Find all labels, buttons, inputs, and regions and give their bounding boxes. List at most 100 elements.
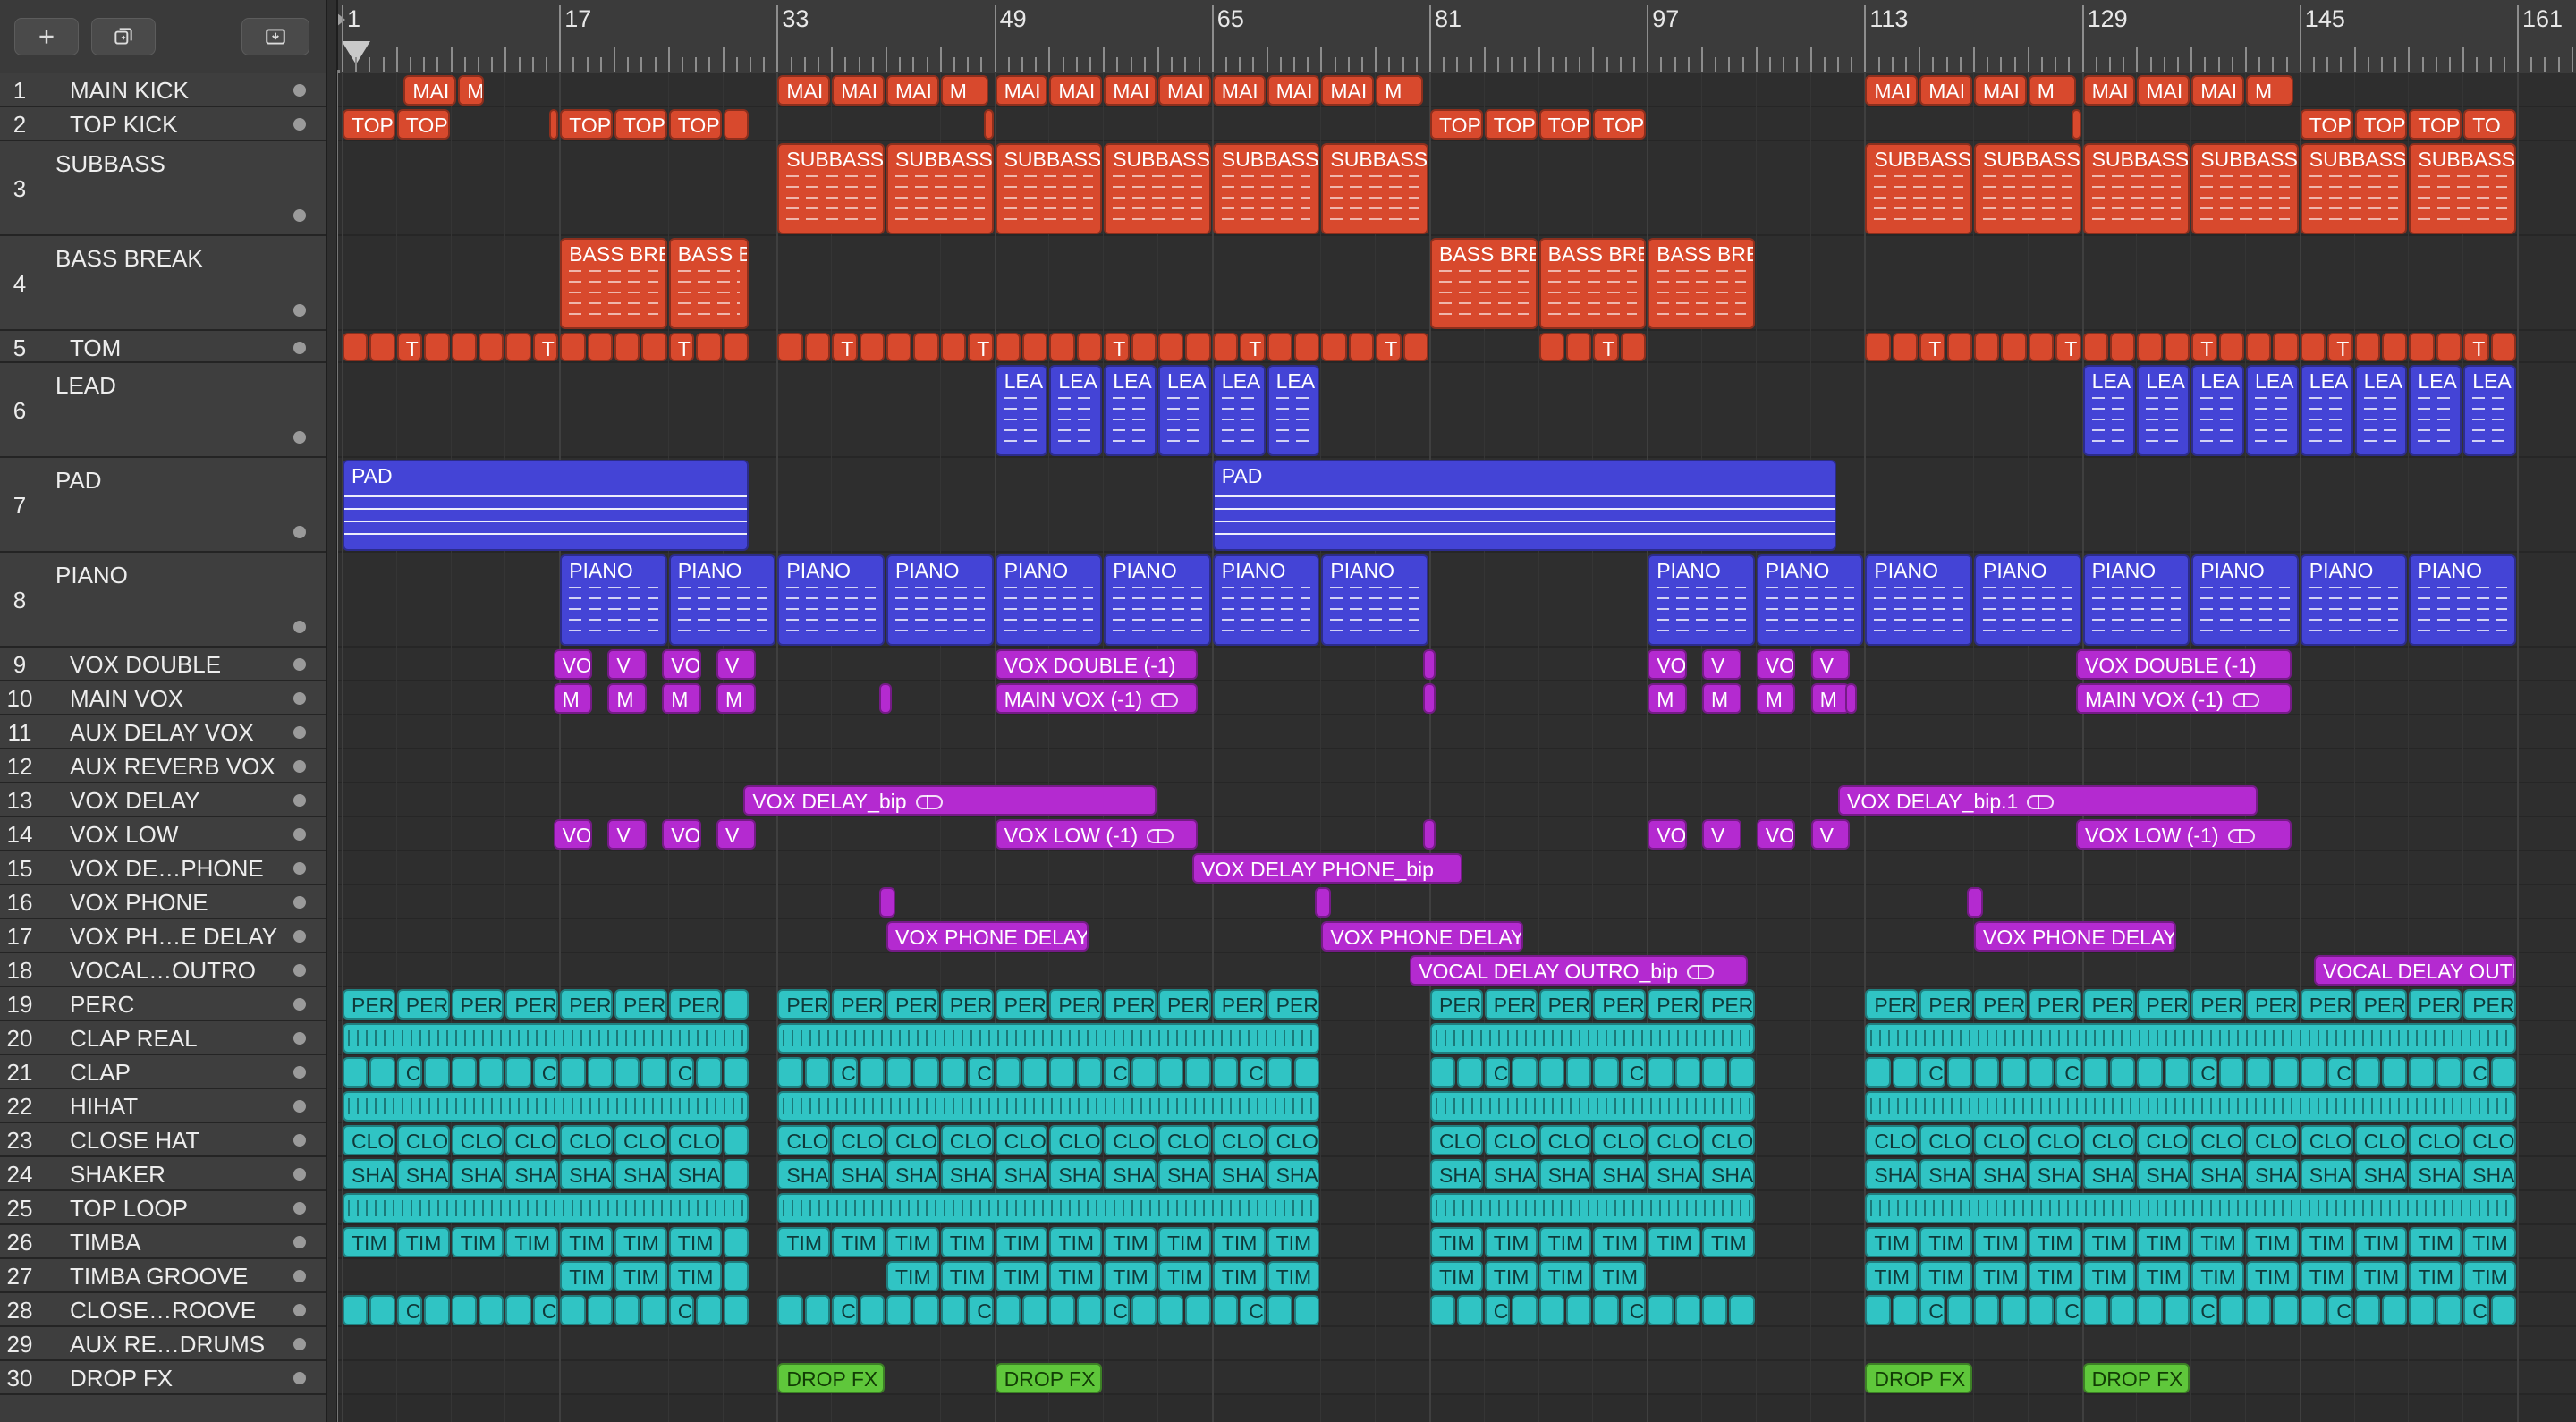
tom-region[interactable] (1158, 333, 1184, 361)
clap-region[interactable] (2110, 1057, 2136, 1088)
perc-region[interactable]: PER (1974, 989, 2027, 1020)
track-header-23[interactable]: 23 CLOSE HAT (0, 1123, 326, 1157)
close-hat-region[interactable]: CLO (777, 1125, 831, 1155)
track-record-dot-icon[interactable] (293, 998, 306, 1011)
clap-region[interactable] (2273, 1057, 2299, 1088)
subbass-region[interactable]: SUBBASS (1865, 143, 1972, 234)
tom-region[interactable] (479, 333, 504, 361)
close-groove-region[interactable] (2164, 1295, 2190, 1325)
track-lane-16[interactable] (338, 885, 2576, 919)
close-groove-region[interactable] (343, 1295, 369, 1325)
piano-region[interactable]: PIANO (2300, 554, 2408, 646)
lead-region[interactable]: LEA (1104, 365, 1157, 456)
clap-region[interactable] (2300, 1057, 2326, 1088)
clap-region[interactable] (587, 1057, 613, 1088)
close-groove-region[interactable] (1267, 1295, 1292, 1325)
shaker-region[interactable]: SHA (2463, 1159, 2516, 1189)
vox-double-region[interactable]: VOX DOUBLE (-1) (2076, 649, 2292, 680)
vox-double-region[interactable]: V (716, 649, 756, 680)
close-groove-region[interactable] (1538, 1295, 1564, 1325)
track-name[interactable]: TIMBA GROOVE (70, 1259, 248, 1293)
tom-region[interactable] (1022, 333, 1048, 361)
tom-region[interactable] (995, 333, 1021, 361)
shaker-region[interactable]: SHA (2246, 1159, 2299, 1189)
timba-groove-region[interactable]: TIM (2028, 1261, 2081, 1291)
tom-region[interactable] (424, 333, 450, 361)
bar-ruler[interactable]: 1 17 33 49 65 81 97 113 129 145 161 (338, 0, 2576, 75)
clap-region[interactable] (886, 1057, 912, 1088)
track-header-5[interactable]: 5 TOM (0, 331, 326, 363)
subbass-region[interactable]: SUBBASS (1321, 143, 1428, 234)
track-name[interactable]: TOM (70, 331, 121, 365)
shaker-region[interactable]: SHA (560, 1159, 613, 1189)
timba-region[interactable]: TIM (777, 1227, 831, 1257)
clap-region[interactable] (995, 1057, 1021, 1088)
lead-region[interactable]: LEA (2137, 365, 2190, 456)
timba-groove-region[interactable]: TIM (886, 1261, 939, 1291)
perc-region[interactable]: PER (1538, 989, 1592, 1020)
track-header-9[interactable]: 9 VOX DOUBLE (0, 648, 326, 681)
tom-region[interactable] (641, 333, 667, 361)
perc-region[interactable]: PER (1267, 989, 1320, 1020)
top-kick-region[interactable]: TOP (2354, 109, 2408, 140)
subbass-region[interactable]: SUBBASS (2409, 143, 2516, 234)
track-record-dot-icon[interactable] (293, 862, 306, 875)
shaker-region[interactable]: SHA (1267, 1159, 1320, 1189)
shaker-region[interactable]: SHA (1104, 1159, 1157, 1189)
shaker-region[interactable]: SHA (777, 1159, 831, 1189)
track-record-dot-icon[interactable] (293, 1100, 306, 1113)
shaker-region[interactable]: SHA (1484, 1159, 1538, 1189)
top-loop-region[interactable] (1430, 1193, 1755, 1223)
track-record-dot-icon[interactable] (293, 896, 306, 909)
top-loop-region[interactable] (343, 1193, 749, 1223)
close-groove-region[interactable]: C (2055, 1295, 2081, 1325)
main-vox-region[interactable]: M (662, 683, 701, 714)
close-groove-region[interactable] (777, 1295, 803, 1325)
clap-region[interactable] (1593, 1057, 1619, 1088)
track-header-16[interactable]: 16 VOX PHONE (0, 885, 326, 919)
close-groove-region[interactable] (424, 1295, 450, 1325)
timba-region[interactable]: TIM (505, 1227, 559, 1257)
track-header-10[interactable]: 10 MAIN VOX (0, 681, 326, 715)
close-hat-region[interactable]: CLO (886, 1125, 939, 1155)
top-kick-region[interactable]: TOP (1430, 109, 1483, 140)
vox-low-region[interactable]: V (1702, 819, 1741, 850)
tom-region[interactable]: T (2055, 333, 2081, 361)
top-kick-region[interactable]: TOP (396, 109, 450, 140)
timba-groove-region[interactable]: TIM (2300, 1261, 2353, 1291)
close-groove-region[interactable] (1512, 1295, 1538, 1325)
clap-region[interactable]: C (396, 1057, 423, 1088)
clap-region[interactable] (2164, 1057, 2190, 1088)
track-name[interactable]: PAD (55, 463, 102, 497)
close-groove-region[interactable] (369, 1295, 395, 1325)
vox-low-region[interactable]: VO (1648, 819, 1687, 850)
perc-region[interactable]: PER (2246, 989, 2299, 1020)
close-groove-region[interactable] (1865, 1295, 1891, 1325)
tom-region[interactable]: T (1104, 333, 1130, 361)
clap-region[interactable] (343, 1057, 369, 1088)
clap-real-region[interactable] (343, 1023, 749, 1054)
track-header-21[interactable]: 21 CLAP (0, 1055, 326, 1089)
vox-double-region[interactable]: VO (553, 649, 593, 680)
track-header-25[interactable]: 25 TOP LOOP (0, 1191, 326, 1225)
shaker-region[interactable]: SHA (1593, 1159, 1647, 1189)
lead-region[interactable]: LEA (2300, 365, 2353, 456)
track-header-26[interactable]: 26 TIMBA (0, 1225, 326, 1259)
timba-groove-region[interactable]: TIM (668, 1261, 722, 1291)
timba-groove-region[interactable]: TIM (2409, 1261, 2462, 1291)
close-hat-region[interactable]: CLO (614, 1125, 667, 1155)
vox-delay-region[interactable]: VOX DELAY_bip (743, 785, 1157, 816)
close-groove-region[interactable] (1022, 1295, 1048, 1325)
timba-region[interactable]: TIM (451, 1227, 504, 1257)
tom-region[interactable] (1566, 333, 1592, 361)
perc-region[interactable]: PER (886, 989, 939, 1020)
close-hat-region[interactable]: CLO (396, 1125, 450, 1155)
timba-region[interactable]: TIM (995, 1227, 1048, 1257)
tom-region[interactable] (1049, 333, 1075, 361)
clap-region[interactable] (1158, 1057, 1184, 1088)
close-hat-region[interactable]: CLO (1212, 1125, 1266, 1155)
timba-region[interactable]: TIM (940, 1227, 994, 1257)
main-vox-region[interactable] (879, 683, 892, 714)
main-kick-region[interactable]: MAI (1919, 75, 1972, 106)
timba-groove-region[interactable]: TIM (1104, 1261, 1157, 1291)
